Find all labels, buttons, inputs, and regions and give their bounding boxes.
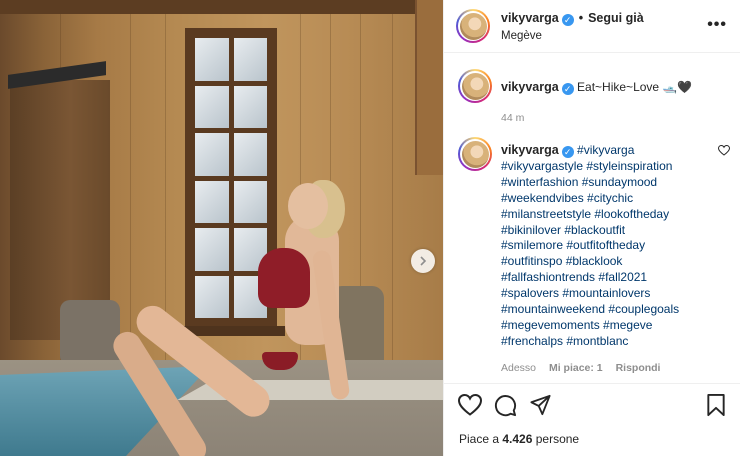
verified-icon: ✓: [561, 83, 574, 95]
likes-suffix: persone: [532, 432, 580, 446]
caption-text: vikyvarga ✓ Eat~Hike~Love 🛥️🖤 44 m: [501, 80, 721, 127]
action-bar: Piace a 4.426 persone: [444, 383, 740, 455]
head: [288, 183, 328, 229]
likes-summary[interactable]: Piace a 4.426 persone: [459, 432, 579, 446]
heart-icon[interactable]: [458, 394, 482, 416]
paper-plane-icon[interactable]: [529, 394, 552, 416]
post-photo[interactable]: [0, 0, 443, 456]
wood-plank: [392, 0, 393, 380]
stone: [60, 300, 120, 366]
caption-body: Eat~Hike~Love 🛥️🖤: [577, 80, 693, 94]
separator-dot: •: [578, 11, 584, 25]
avatar[interactable]: [458, 69, 492, 103]
header-user-line: vikyvarga ✓ • Segui già: [501, 11, 644, 26]
likes-count: 4.426: [502, 432, 533, 446]
bookmark-icon[interactable]: [706, 394, 726, 417]
post-header: vikyvarga ✓ • Segui già Megève •••: [444, 0, 740, 53]
hashtag-line[interactable]: #smilemore #outfitoftheday: [501, 238, 645, 252]
follow-status-button[interactable]: Segui già: [588, 11, 644, 25]
username-link[interactable]: vikyvarga: [501, 80, 559, 94]
more-options-button[interactable]: •••: [707, 16, 727, 34]
location-link[interactable]: Megève: [501, 30, 542, 42]
hashtag-line[interactable]: #frenchalps #montblanc: [501, 334, 628, 348]
carousel-next-button[interactable]: [411, 249, 435, 273]
hashtag-line[interactable]: #vikyvargastyle #styleinspiration: [501, 159, 672, 173]
chevron-right-icon: [420, 256, 427, 266]
bikini-top: [258, 248, 310, 308]
hashtag-line[interactable]: #mountainweekend #couplegoals: [501, 302, 679, 316]
hashtag-line[interactable]: #spalovers #mountainlovers: [501, 286, 650, 300]
reply-button[interactable]: Rispondi: [616, 362, 661, 374]
hashtag-line[interactable]: #megevemoments #megeve: [501, 318, 652, 332]
avatar[interactable]: [458, 137, 492, 171]
hashtag-line[interactable]: #outfitinspo #blacklook: [501, 254, 622, 268]
avatar[interactable]: [456, 9, 490, 43]
window-frame-right: [415, 0, 443, 175]
comment-icon[interactable]: [494, 394, 517, 417]
hashtag-link[interactable]: #vikyvarga: [577, 143, 634, 157]
comment-text: vikyvarga ✓ #vikyvarga #vikyvargastyle #s…: [501, 143, 721, 350]
comment-likes-link[interactable]: Mi piace: 1: [549, 362, 603, 374]
hashtag-line[interactable]: #bikinilover #blackoutfit: [501, 223, 625, 237]
likes-prefix: Piace a: [459, 432, 503, 446]
comment-time[interactable]: Adesso: [501, 362, 536, 374]
hashtag-line[interactable]: #fallfashiontrends #fall2021: [501, 270, 647, 284]
wood-plank: [130, 0, 131, 380]
caption-time[interactable]: 44 m: [501, 111, 721, 127]
username-link[interactable]: vikyvarga: [501, 143, 559, 157]
hashtag-line[interactable]: #winterfashion #sundaymood: [501, 175, 657, 189]
verified-icon: ✓: [561, 14, 574, 26]
verified-icon: ✓: [561, 146, 574, 158]
heart-icon[interactable]: [718, 145, 730, 156]
ceiling-beam: [0, 0, 443, 14]
comment-meta: Adesso Mi piace: 1 Rispondi: [501, 362, 670, 374]
hashtag-line[interactable]: #weekendvibes #citychic: [501, 191, 633, 205]
post-side-panel: vikyvarga ✓ • Segui già Megève ••• vikyvarg…: [443, 0, 740, 456]
hashtag-line[interactable]: #milanstreetstyle #lookoftheday: [501, 207, 669, 221]
username-link[interactable]: vikyvarga: [501, 11, 559, 25]
